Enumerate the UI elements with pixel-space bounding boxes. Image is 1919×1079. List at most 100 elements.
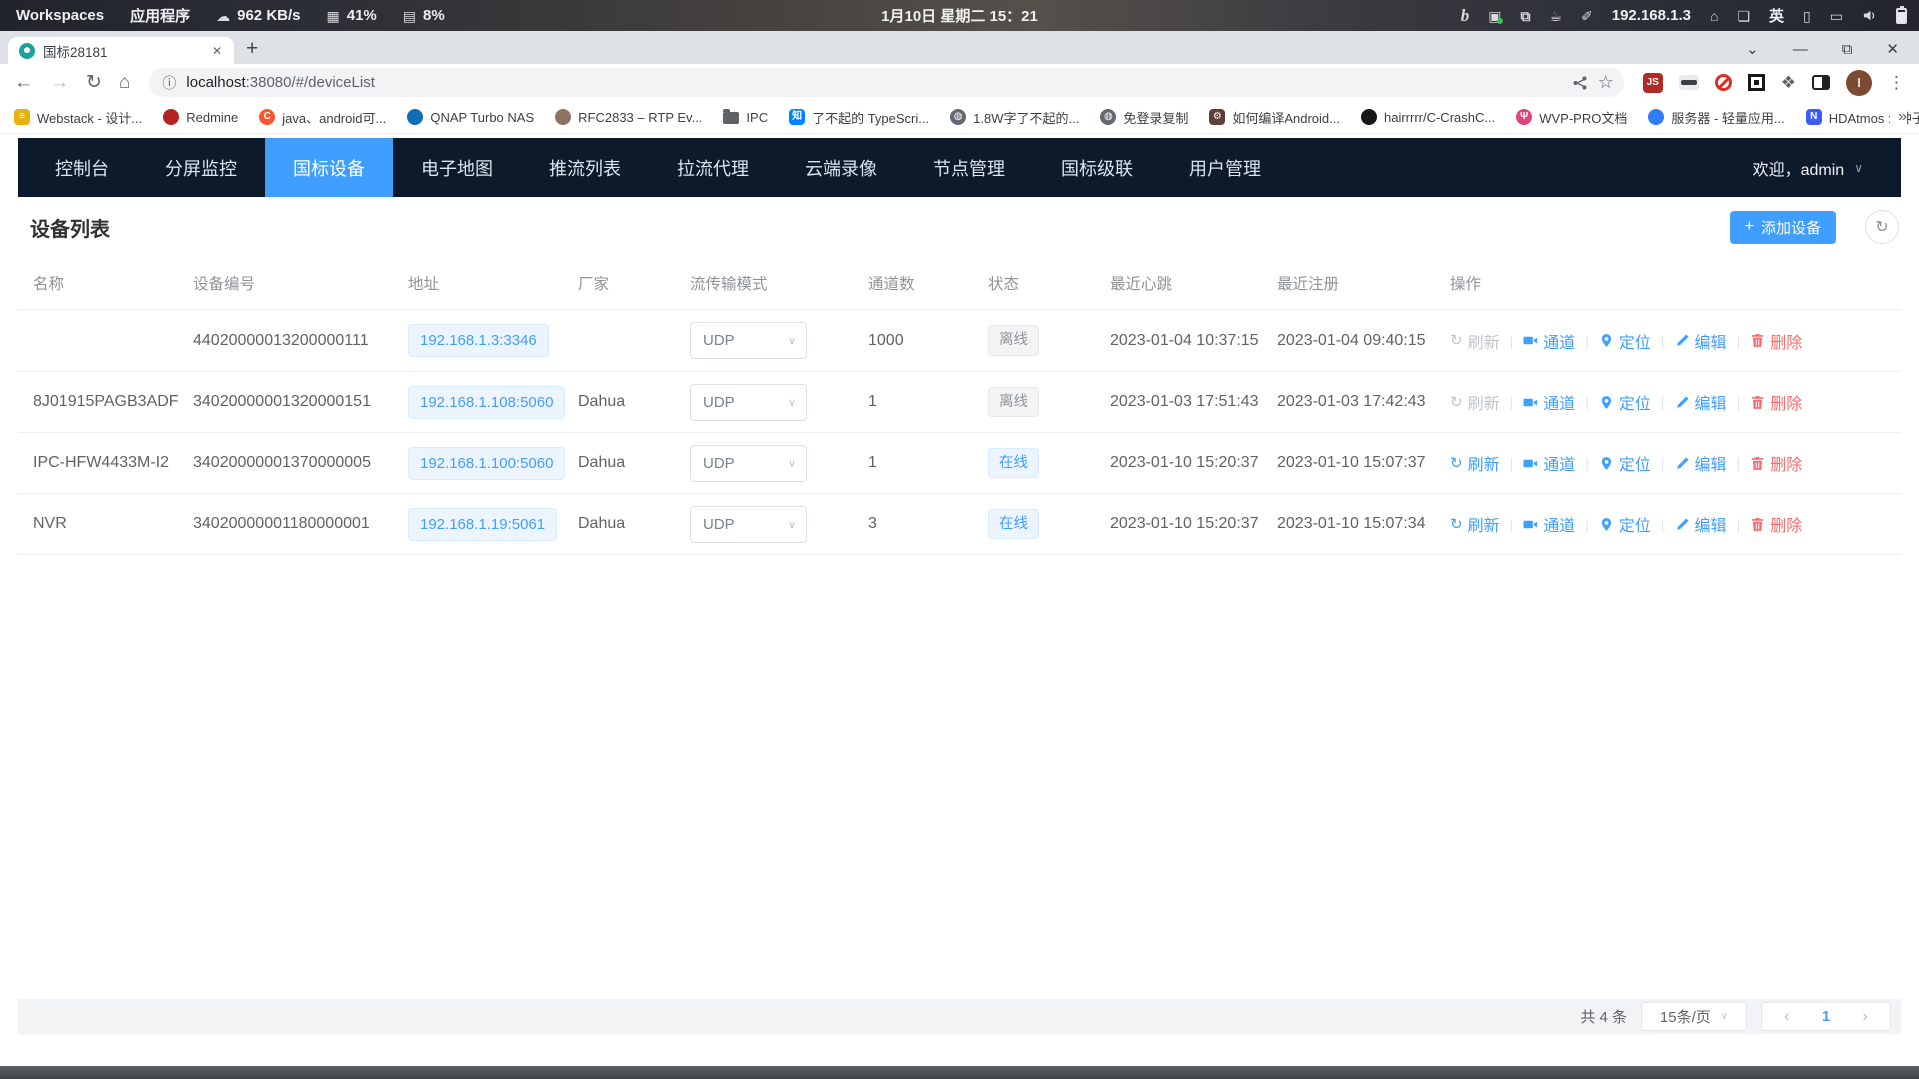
- clipboard-tray-icon[interactable]: ⧉: [1520, 9, 1530, 23]
- bookmarks-overflow-icon[interactable]: »: [1890, 101, 1907, 133]
- edit-action[interactable]: 编辑: [1675, 451, 1727, 475]
- workspaces-button[interactable]: Workspaces: [16, 7, 104, 24]
- display-icon[interactable]: ▭: [1830, 9, 1843, 23]
- home-button[interactable]: ⌂: [119, 73, 130, 92]
- channel-action[interactable]: 通道: [1523, 329, 1575, 353]
- forward-button[interactable]: →: [50, 73, 69, 92]
- edit-action[interactable]: 编辑: [1675, 390, 1727, 414]
- refresh-list-button[interactable]: ↻: [1865, 210, 1899, 244]
- nav-item-9[interactable]: 国标级联: [1033, 138, 1161, 197]
- bookmark-item[interactable]: IPC: [723, 110, 768, 125]
- stream-mode-select[interactable]: UDP ∨: [690, 506, 807, 543]
- applications-button[interactable]: 应用程序: [130, 5, 190, 26]
- nav-item-7[interactable]: 云端录像: [777, 138, 905, 197]
- bookmark-item[interactable]: RFC2833 – RTP Ev...: [555, 109, 702, 125]
- extensions-icon[interactable]: ❖: [1781, 73, 1796, 93]
- locate-action[interactable]: 定位: [1599, 451, 1651, 475]
- edit-action[interactable]: 编辑: [1675, 329, 1727, 353]
- nav-item-4[interactable]: 电子地图: [393, 138, 521, 197]
- adblock-extension-icon[interactable]: [1715, 74, 1732, 91]
- volume-icon[interactable]: [1862, 8, 1877, 23]
- channel-action[interactable]: 通道: [1523, 451, 1575, 475]
- add-device-button[interactable]: + 添加设备: [1730, 211, 1836, 244]
- address-tag[interactable]: 192.168.1.19:5061: [408, 508, 557, 541]
- input-language-indicator[interactable]: 英: [1769, 5, 1784, 26]
- coffee-tray-icon[interactable]: ☕: [1549, 9, 1562, 23]
- address-tag[interactable]: 192.168.1.100:5060: [408, 447, 565, 480]
- bookmark-item[interactable]: ≡Webstack - 设计...: [14, 108, 142, 127]
- bookmark-item[interactable]: hairrrrr/C-CrashC...: [1361, 109, 1495, 125]
- stream-mode-select[interactable]: UDP ∨: [690, 445, 807, 482]
- refresh-action[interactable]: ↻ 刷新: [1450, 451, 1500, 475]
- bing-tray-icon[interactable]: b: [1461, 7, 1470, 24]
- refresh-action[interactable]: ↻ 刷新: [1450, 512, 1500, 536]
- channel-action[interactable]: 通道: [1523, 512, 1575, 536]
- nav-item-3[interactable]: 国标设备: [265, 138, 393, 197]
- prev-page-button[interactable]: ‹: [1784, 1008, 1789, 1026]
- bookmark-item[interactable]: 知了不起的 TypeScri...: [789, 108, 929, 127]
- address-bar[interactable]: ⓘ localhost:38080/#/deviceList ☆: [149, 68, 1623, 97]
- nav-item-2[interactable]: 分屏监控: [137, 138, 265, 197]
- tab-search-icon[interactable]: ⌄: [1746, 40, 1759, 58]
- delete-action[interactable]: 删除: [1750, 512, 1802, 536]
- workspace-grid-icon[interactable]: ❏: [1737, 9, 1750, 23]
- tab-close-icon[interactable]: ✕: [208, 42, 226, 60]
- nav-item-5[interactable]: 推流列表: [521, 138, 649, 197]
- browser-menu-icon[interactable]: ⋮: [1888, 73, 1905, 93]
- locate-action[interactable]: 定位: [1599, 512, 1651, 536]
- close-button[interactable]: ✕: [1886, 40, 1899, 58]
- reload-button[interactable]: ↻: [86, 73, 102, 92]
- next-page-button[interactable]: ›: [1862, 1008, 1867, 1026]
- user-agent-extension-icon[interactable]: [1679, 75, 1699, 90]
- bookmark-item[interactable]: Redmine: [163, 109, 238, 125]
- clock[interactable]: 1月10日 星期二 15：21: [881, 5, 1038, 26]
- channel-action[interactable]: 通道: [1523, 390, 1575, 414]
- nav-item-10[interactable]: 用户管理: [1161, 138, 1289, 197]
- cell-status: 在线: [973, 509, 1095, 540]
- nav-item-1[interactable]: 控制台: [27, 138, 137, 197]
- refresh-action[interactable]: ↻ 刷新: [1450, 390, 1500, 414]
- locate-action[interactable]: 定位: [1599, 390, 1651, 414]
- nav-item-8[interactable]: 节点管理: [905, 138, 1033, 197]
- share-icon[interactable]: [1572, 75, 1588, 91]
- home-tray-icon[interactable]: ⌂: [1710, 9, 1718, 23]
- locate-action[interactable]: 定位: [1599, 329, 1651, 353]
- battery-icon[interactable]: [1896, 8, 1907, 24]
- js-extension-icon[interactable]: JS: [1643, 73, 1663, 93]
- stream-mode-select[interactable]: UDP ∨: [690, 322, 807, 359]
- qr-extension-icon[interactable]: [1748, 74, 1765, 91]
- site-info-icon[interactable]: ⓘ: [162, 73, 176, 93]
- minimize-button[interactable]: —: [1793, 41, 1808, 58]
- refresh-action[interactable]: ↻ 刷新: [1450, 329, 1500, 353]
- bookmark-star-icon[interactable]: ☆: [1598, 72, 1614, 93]
- delete-action[interactable]: 删除: [1750, 451, 1802, 475]
- bookmark-item[interactable]: 服务器 - 轻量应用...: [1648, 108, 1784, 127]
- side-panel-icon[interactable]: [1812, 75, 1830, 90]
- notes-tray-icon[interactable]: ▣: [1488, 9, 1501, 23]
- bookmark-item[interactable]: ΨWVP-PRO文档: [1516, 108, 1627, 127]
- new-tab-button[interactable]: +: [246, 35, 258, 62]
- color-picker-tray-icon[interactable]: ✐: [1581, 9, 1593, 23]
- bookmark-item[interactable]: ◍1.8W字了不起的...: [950, 108, 1079, 127]
- stream-mode-select[interactable]: UDP ∨: [690, 384, 807, 421]
- restore-button[interactable]: ⧉: [1842, 41, 1853, 58]
- edit-action[interactable]: 编辑: [1675, 512, 1727, 536]
- nav-item-6[interactable]: 拉流代理: [649, 138, 777, 197]
- phone-link-icon[interactable]: ▯: [1803, 9, 1811, 23]
- current-page[interactable]: 1: [1822, 1008, 1830, 1025]
- address-tag[interactable]: 192.168.1.108:5060: [408, 386, 565, 419]
- bookmark-item[interactable]: QNAP Turbo NAS: [407, 109, 534, 125]
- browser-tab[interactable]: 国标28181 ✕: [8, 37, 234, 64]
- back-button[interactable]: ←: [14, 73, 33, 92]
- user-menu[interactable]: 欢迎，admin ∨: [1753, 138, 1901, 197]
- edit-pencil-icon: [1675, 333, 1690, 348]
- page-size-select[interactable]: 15条/页 ∨: [1641, 1002, 1747, 1031]
- bookmark-item[interactable]: Cjava、android可...: [259, 108, 386, 127]
- bookmark-item[interactable]: ⚙如何编译Android...: [1209, 108, 1340, 127]
- ip-address[interactable]: 192.168.1.3: [1612, 7, 1691, 24]
- address-tag[interactable]: 192.168.1.3:3346: [408, 324, 549, 357]
- delete-action[interactable]: 删除: [1750, 390, 1802, 414]
- profile-avatar[interactable]: I: [1846, 70, 1872, 96]
- delete-action[interactable]: 删除: [1750, 329, 1802, 353]
- bookmark-item[interactable]: ◍免登录复制: [1100, 108, 1188, 127]
